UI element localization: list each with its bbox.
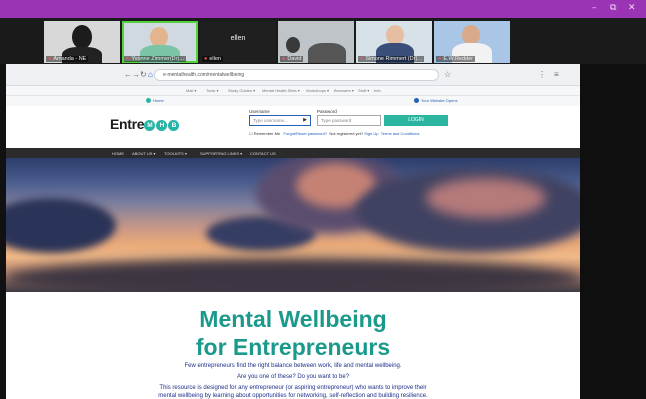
participant-gallery: ● Amanda - NE ● Yvonne Zimmer(Dr)... ellen… [0,18,646,64]
site-favicon-icon [146,98,151,104]
bookmark-item[interactable]: Mail ▾ [186,88,196,93]
participant-name: ● E.W.Redder [436,56,475,62]
site-logo[interactable]: Entre M H B [110,116,180,132]
participant-video [462,25,480,45]
participant-name: ● ellen [202,56,223,62]
nav-item-home[interactable]: HOME [112,151,124,156]
zoom-title-bar: – ⧉ ✕ [0,0,646,18]
bookmark-item[interactable]: Info [374,88,381,93]
page-title-line1: Mental Wellbeing [199,306,387,332]
participant-tile[interactable]: ● Simone Rimmert (Dr)... [356,21,432,63]
hero-sky-image [6,158,580,292]
intro-question: Are you one of these? Do you want to be? [236,374,350,380]
website-opens-chip[interactable]: Your Website Opens [414,98,457,104]
participant-tile[interactable]: ellen ● ellen [200,21,276,63]
participant-video [308,43,346,63]
restore-icon[interactable]: ⧉ [610,3,616,13]
forgot-password-link[interactable]: Forgot/Reset password? [284,131,328,136]
participant-name: ● Yvonne Zimmer(Dr)... [124,56,186,62]
participant-tile[interactable]: ● E.W.Redder [434,21,510,63]
participant-video [286,37,300,53]
bookmarks-bar: Mail ▾ Tools ▾ Study Guides ▾ Mental Hea… [6,86,580,96]
site-header: Entre M H B Username Type username... ▶ Pas… [6,106,580,148]
home-tab-chip[interactable]: Home [146,98,164,104]
terms-link[interactable]: Terms and Conditions [381,131,420,136]
user-key-icon: ▶ [303,117,307,123]
menu-icon[interactable]: ≡ [554,70,559,79]
back-icon[interactable]: ← [124,70,132,79]
bookmark-item[interactable]: Tools ▾ [206,88,218,93]
star-icon[interactable]: ☆ [444,70,451,79]
mic-muted-icon: ● [282,56,286,62]
nav-item-about[interactable]: ABOUT US ▾ [132,151,156,156]
shared-browser-window: ← → ↻ ⌂ e-mentalhealth.com/mentalwellbei… [6,64,580,399]
login-options: ☐ Remember Me Forgot/Reset password? Not… [249,131,420,136]
nav-item-toolkits[interactable]: TOOLKITS ▾ [164,151,187,156]
participant-video [72,25,92,49]
nav-item-supporting-links[interactable]: SUPPORTING LINKS ▾ [200,151,242,156]
zoom-screen-share: – ⧉ ✕ ● Amanda - NE ● Yvonne Zimmer(Dr)...… [0,0,646,399]
participant-name: ● David [280,56,304,62]
globe-icon [414,98,419,104]
page-title-line2: for Entrepreneurs [195,334,391,360]
site-main-nav: HOME ABOUT US ▾ TOOLKITS ▾ SUPPORTING LI… [6,148,580,158]
participant-placeholder-name: ellen [230,35,246,42]
username-input[interactable]: Type username... ▶ [249,115,311,126]
mic-muted-icon: ● [438,56,442,62]
description-line2: mental wellbeing by learning about oppor… [158,393,428,399]
bookmark-item[interactable]: Browsers ▾ [334,88,354,93]
home-icon[interactable]: ⌂ [148,70,153,79]
participant-name: ● Simone Rimmert (Dr)... [358,56,424,62]
zoom-side-panel [580,64,646,399]
participant-video [386,25,404,45]
minimize-icon[interactable]: – [592,3,597,13]
reload-icon[interactable]: ↻ [140,70,147,79]
participant-name: ● Amanda - NE [46,56,89,62]
mic-muted-icon: ● [126,56,130,62]
bookmark-item[interactable]: Workshops ▾ [306,88,329,93]
nav-item-contact[interactable]: CONTACT US [250,151,276,156]
address-url: e-mentalhealth.com/mentalwellbeing [163,72,245,78]
intro-paragraph: Few entrepreneurs find the right balance… [184,363,402,369]
participant-tile[interactable]: ● David [278,21,354,63]
cloud-shape [426,178,546,218]
bookmark-item[interactable]: Stuff ▾ [358,88,369,93]
password-label: Password [317,109,337,114]
logo-letters: MHB [144,119,180,131]
sign-up-link[interactable]: Sign Up [364,131,378,136]
participant-tile-active[interactable]: ● Yvonne Zimmer(Dr)... [122,21,198,63]
mic-muted-icon: ● [360,56,364,62]
page-content: Mental Wellbeing for Entrepreneurs Few e… [6,292,580,399]
forward-icon[interactable]: → [132,70,140,79]
address-bar[interactable]: e-mentalhealth.com/mentalwellbeing [154,69,439,81]
password-input[interactable]: Type password [317,115,381,126]
not-registered-text: Not registered yet? [329,131,364,136]
participant-video [150,27,168,47]
bookmark-item[interactable]: Mental Health Sites ▾ [262,88,300,93]
participant-tile[interactable]: ● Amanda - NE [44,21,120,63]
browser-toolbar: ← → ↻ ⌂ e-mentalhealth.com/mentalwellbei… [6,64,580,86]
close-icon[interactable]: ✕ [628,3,636,13]
cloud-shape [6,258,580,292]
cloud-shape [6,198,116,253]
login-button[interactable]: LOGIN [384,115,448,126]
username-label: Username [249,109,270,114]
mic-muted-icon: ● [48,56,52,62]
mic-muted-icon: ● [204,56,208,62]
description-line1: This resource is designed for any entrep… [159,385,427,391]
extension-bar: Home Your Website Opens [6,96,580,106]
bookmark-item[interactable]: Study Guides ▾ [228,88,255,93]
extensions-icon[interactable]: ⋮ [538,70,546,79]
